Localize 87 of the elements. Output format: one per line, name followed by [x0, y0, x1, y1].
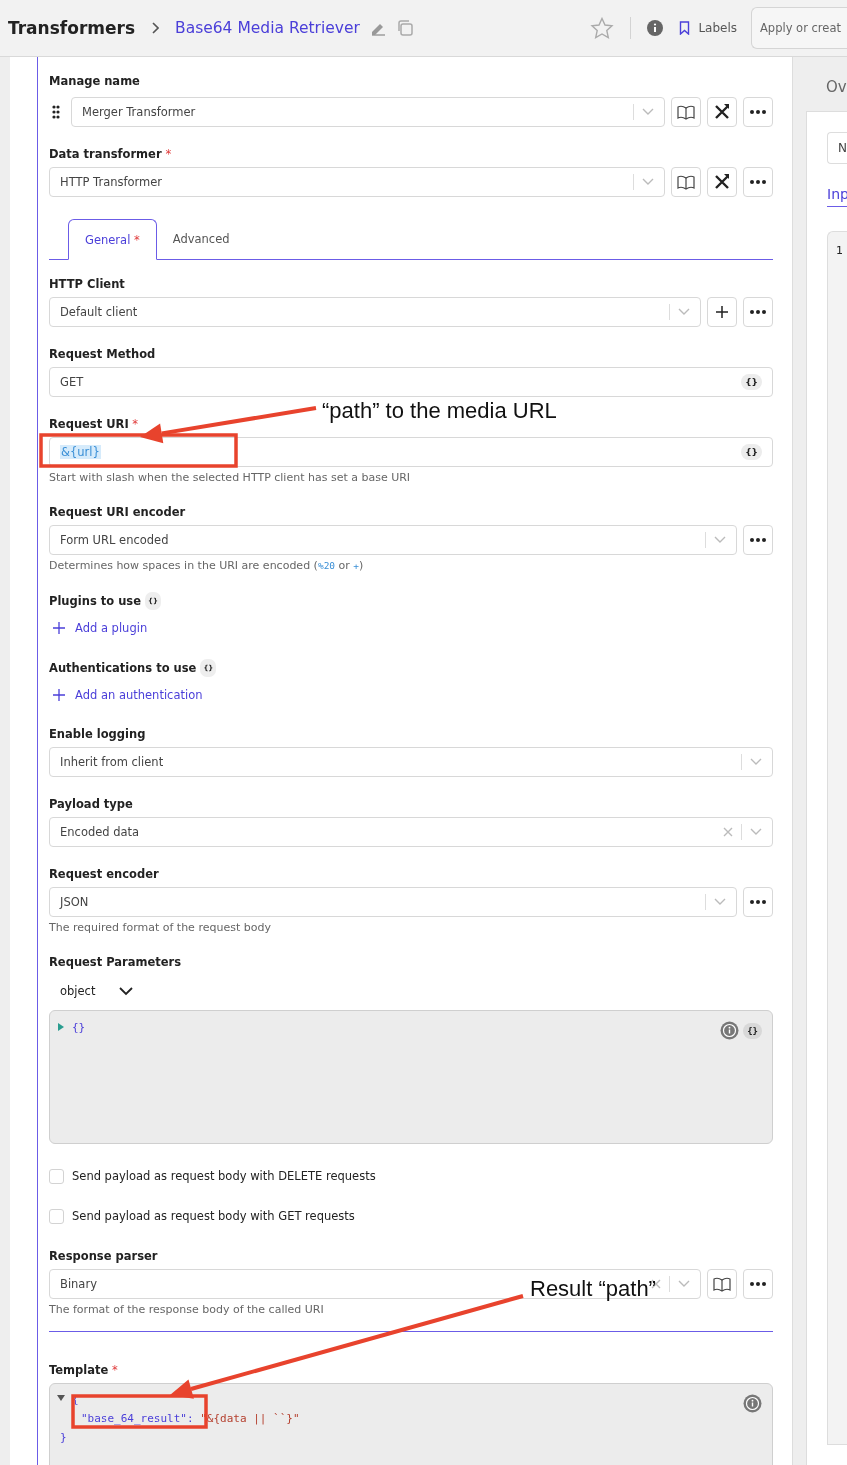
input-field[interactable]: GET {} [49, 367, 773, 397]
chevron-down-icon [642, 108, 654, 116]
info-icon[interactable] [647, 20, 664, 36]
chevron-down-icon [642, 178, 654, 186]
more-button[interactable] [743, 97, 773, 127]
collapse-triangle-icon[interactable] [57, 1395, 65, 1401]
more-button[interactable] [743, 167, 773, 197]
chevron-down-icon [678, 308, 690, 316]
help-text: Start with slash when the selected HTTP client has set a base URI [49, 471, 411, 485]
checkbox-option[interactable]: Send payload as request body with DELETE requests [49, 1168, 376, 1184]
book-button[interactable] [707, 1269, 737, 1299]
field-label: Manage name [49, 73, 141, 89]
field-label: Template * [49, 1362, 119, 1378]
code-toggle[interactable]: {} [743, 1022, 762, 1039]
plus-icon [53, 622, 65, 634]
chevron-down-icon [750, 758, 762, 766]
info-icon[interactable] [743, 1394, 762, 1413]
star-icon[interactable] [590, 17, 615, 39]
more-icon [750, 538, 766, 542]
input-field[interactable]: &{url} {} [49, 437, 773, 467]
select-field[interactable]: JSON [49, 887, 737, 917]
book-icon [677, 174, 695, 190]
field-label: HTTP Client [49, 276, 126, 292]
tab[interactable]: General * [68, 219, 157, 260]
select-field[interactable]: Encoded data [49, 817, 773, 847]
chevron-down-icon [678, 1280, 690, 1288]
chevron-right-icon [151, 22, 159, 34]
book-button[interactable] [671, 97, 701, 127]
tools-button[interactable] [707, 167, 737, 197]
book-icon [677, 104, 695, 120]
code-toggle[interactable]: {} [741, 374, 762, 390]
more-button[interactable] [743, 525, 773, 555]
select-field[interactable]: Merger Transformer [71, 97, 665, 127]
field-label: Payload type [49, 796, 134, 812]
field-label: Response parser [49, 1248, 159, 1264]
tools-button[interactable] [707, 97, 737, 127]
more-icon [750, 1282, 766, 1286]
code-toggle[interactable]: {} [741, 444, 762, 460]
help-text: The format of the response body of the called URI [49, 1303, 324, 1317]
bookmark-icon [679, 21, 691, 35]
field-label: Request encoder [49, 866, 160, 882]
type-dropdown[interactable]: object [60, 983, 134, 999]
page-title: Transformers [8, 18, 135, 38]
more-icon [750, 900, 766, 904]
panel-heading: Ov [826, 77, 847, 97]
field-label: Data transformer * [49, 146, 173, 162]
select-field[interactable]: Form URL encoded [49, 525, 737, 555]
code-editor[interactable]: 1 [827, 231, 847, 1445]
add-link[interactable]: Add a plugin [53, 620, 148, 636]
breadcrumb-link[interactable]: Base64 Media Retriever [175, 19, 360, 37]
chevron-down-icon [714, 536, 726, 544]
more-button[interactable] [743, 887, 773, 917]
chevron-down-icon [714, 898, 726, 906]
book-button[interactable] [671, 167, 701, 197]
input-field[interactable]: N [827, 132, 847, 164]
drag-handle-icon[interactable] [52, 105, 60, 119]
annotation-text: “path” to the media URL [322, 398, 557, 424]
more-button[interactable] [743, 297, 773, 327]
expand-triangle-icon[interactable] [58, 1023, 64, 1031]
more-icon [750, 180, 766, 184]
labels-button[interactable]: Labels [673, 21, 741, 35]
annotation-text: Result “path” [530, 1276, 656, 1302]
book-icon [713, 1276, 731, 1292]
select-field[interactable]: Default client [49, 297, 701, 327]
help-text: Determines how spaces in the URI are encoded (%20 or +) [49, 559, 364, 573]
plus-icon [715, 305, 729, 319]
select-field[interactable]: Inherit from client [49, 747, 773, 777]
field-label: Request Parameters [49, 954, 183, 970]
plus-icon [53, 689, 65, 701]
tag-input-field[interactable]: Apply or creat [751, 7, 847, 49]
add-button[interactable] [707, 297, 737, 327]
field-label: Request Method [49, 346, 157, 362]
more-icon [750, 310, 766, 314]
chevron-down-icon [119, 986, 134, 996]
code-editor[interactable]: {} {} [49, 1010, 773, 1144]
field-label: Request URI encoder [49, 504, 187, 520]
checkbox-option[interactable]: Send payload as request body with GET requests [49, 1208, 355, 1224]
more-button[interactable] [743, 1269, 773, 1299]
field-label: Enable logging [49, 726, 147, 742]
field-label: Request URI * [49, 416, 140, 432]
tab[interactable]: Advanced [156, 219, 246, 259]
add-link[interactable]: Add an authentication [53, 687, 203, 703]
more-icon [750, 110, 766, 114]
select-field[interactable]: HTTP Transformer [49, 167, 665, 197]
chevron-down-icon [750, 828, 762, 836]
info-icon[interactable] [720, 1021, 740, 1040]
help-text: The required format of the request body [49, 921, 271, 935]
